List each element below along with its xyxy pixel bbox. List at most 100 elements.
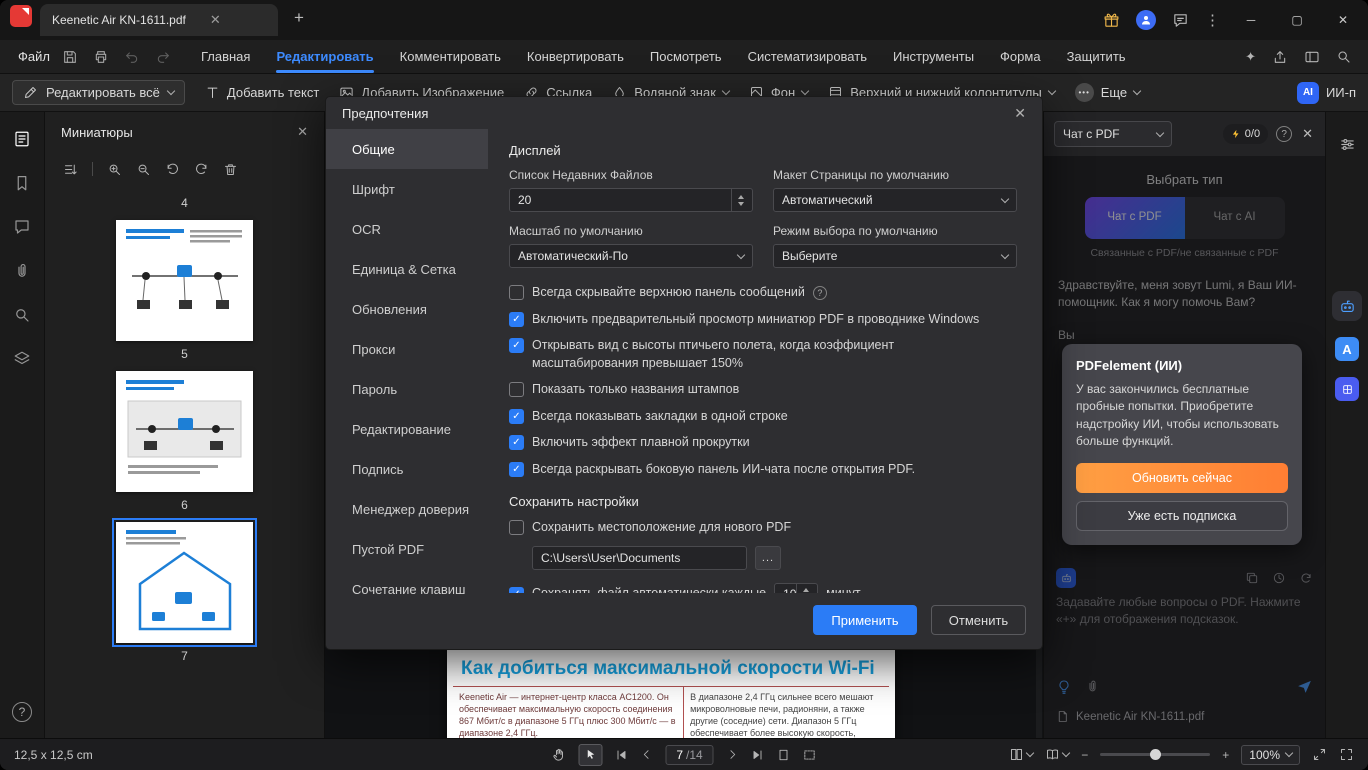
checkbox-checked[interactable]: ✓ bbox=[509, 409, 524, 424]
maximize-button[interactable]: ▢ bbox=[1282, 0, 1312, 40]
checkbox-checked[interactable]: ✓ bbox=[509, 338, 524, 353]
page-thumbnail-5[interactable] bbox=[116, 220, 253, 341]
more-tools-button[interactable]: ••• Еще bbox=[1075, 83, 1140, 102]
spinner-control[interactable] bbox=[796, 584, 809, 594]
checkbox-unchecked[interactable] bbox=[509, 520, 524, 535]
checkbox-unchecked[interactable] bbox=[509, 382, 524, 397]
recent-files-input[interactable] bbox=[509, 188, 753, 212]
default-zoom-select[interactable]: Автоматический-По bbox=[509, 244, 753, 268]
delete-page-icon[interactable] bbox=[223, 162, 238, 177]
single-page-view-icon[interactable] bbox=[777, 748, 791, 762]
nav-general[interactable]: Общие bbox=[326, 129, 488, 169]
search-panel-icon[interactable] bbox=[13, 306, 31, 324]
history-icon[interactable] bbox=[1272, 571, 1286, 585]
zoom-in-thumbnails-icon[interactable] bbox=[107, 162, 122, 177]
zoom-slider-thumb[interactable] bbox=[1150, 749, 1161, 760]
prompt-lightbulb-icon[interactable] bbox=[1056, 679, 1072, 695]
regenerate-icon[interactable] bbox=[1299, 571, 1313, 585]
nav-editing[interactable]: Редактирование bbox=[326, 409, 488, 449]
chat-with-ai-tab[interactable]: Чат с AI bbox=[1185, 197, 1285, 239]
marquee-zoom-icon[interactable] bbox=[803, 748, 817, 762]
add-text-button[interactable]: Добавить текст bbox=[205, 85, 319, 100]
ai-assistant-button[interactable]: AI ИИ-п bbox=[1297, 82, 1356, 104]
spin-up-icon[interactable] bbox=[738, 195, 744, 199]
apply-button[interactable]: Применить bbox=[813, 605, 917, 635]
nav-trust-manager[interactable]: Менеджер доверия bbox=[326, 489, 488, 529]
tab-home[interactable]: Главная bbox=[201, 49, 250, 64]
nav-shortcuts[interactable]: Сочетание клавиш bbox=[326, 569, 488, 609]
attached-file-chip[interactable]: Keenetic Air KN-1611.pdf bbox=[1056, 710, 1313, 723]
send-message-icon[interactable] bbox=[1296, 678, 1313, 695]
sort-pages-icon[interactable] bbox=[63, 162, 78, 177]
zoom-out-icon[interactable]: − bbox=[1081, 748, 1088, 762]
fullscreen-icon[interactable] bbox=[1339, 747, 1354, 762]
page-layout-select[interactable]: Автоматический bbox=[773, 188, 1017, 212]
tab-convert[interactable]: Конвертировать bbox=[527, 49, 624, 64]
spin-down-icon[interactable] bbox=[738, 202, 744, 206]
zoom-slider[interactable] bbox=[1100, 753, 1210, 756]
nav-font[interactable]: Шрифт bbox=[326, 169, 488, 209]
print-icon[interactable] bbox=[93, 49, 109, 65]
help-icon[interactable]: ? bbox=[12, 702, 32, 722]
chat-with-pdf-tab[interactable]: Чат с PDF bbox=[1085, 197, 1185, 239]
file-menu[interactable]: Файл bbox=[6, 49, 62, 64]
checkbox-checked[interactable]: ✓ bbox=[509, 435, 524, 450]
checkbox-unchecked[interactable] bbox=[509, 285, 524, 300]
rotate-left-icon[interactable] bbox=[165, 162, 180, 177]
ai-help-icon[interactable]: ? bbox=[1276, 126, 1292, 142]
spin-up-icon[interactable] bbox=[803, 588, 809, 592]
ai-robot-icon[interactable] bbox=[1332, 291, 1362, 321]
copy-icon[interactable] bbox=[1245, 571, 1259, 585]
save-path-input[interactable] bbox=[532, 546, 747, 570]
first-page-icon[interactable] bbox=[615, 748, 629, 762]
tab-close-icon[interactable]: ✕ bbox=[210, 12, 221, 28]
cancel-button[interactable]: Отменить bbox=[931, 605, 1026, 635]
new-tab-button[interactable]: + bbox=[286, 5, 312, 31]
thumbnails-panel-icon[interactable] bbox=[13, 130, 31, 148]
tab-edit[interactable]: Редактировать bbox=[276, 49, 373, 64]
panel-toggle-icon[interactable] bbox=[1304, 49, 1320, 65]
zoom-level-select[interactable]: 100% bbox=[1241, 745, 1300, 765]
tab-form[interactable]: Форма bbox=[1000, 49, 1041, 64]
nav-blank-pdf[interactable]: Пустой PDF bbox=[326, 529, 488, 569]
sparkle-icon[interactable]: ✦ bbox=[1245, 49, 1256, 65]
tab-view[interactable]: Посмотреть bbox=[650, 49, 722, 64]
save-path-value[interactable] bbox=[541, 551, 738, 565]
gift-promo-icon[interactable] bbox=[1103, 12, 1120, 29]
page-number-input[interactable]: 7 /14 bbox=[666, 745, 714, 765]
page-thumbnail-7-selected[interactable] bbox=[116, 522, 253, 643]
browse-button[interactable]: ... bbox=[755, 546, 781, 570]
bookmarks-panel-icon[interactable] bbox=[13, 174, 31, 192]
zoom-in-icon[interactable]: + bbox=[1222, 748, 1229, 762]
nav-ocr[interactable]: OCR bbox=[326, 209, 488, 249]
more-menu-icon[interactable]: ⋮ bbox=[1205, 11, 1220, 29]
rotate-right-icon[interactable] bbox=[194, 162, 209, 177]
hand-tool-icon[interactable] bbox=[552, 747, 567, 762]
tab-tools[interactable]: Инструменты bbox=[893, 49, 974, 64]
page-layout-icon[interactable] bbox=[1009, 747, 1033, 762]
autosave-interval-value[interactable] bbox=[783, 587, 796, 594]
save-icon[interactable] bbox=[62, 49, 78, 65]
share-icon[interactable] bbox=[1272, 49, 1288, 65]
spinner-control[interactable] bbox=[731, 189, 744, 211]
chat-mode-select[interactable]: Чат с PDF bbox=[1054, 121, 1172, 147]
nav-signature[interactable]: Подпись bbox=[326, 449, 488, 489]
attachments-panel-icon[interactable] bbox=[13, 262, 31, 280]
last-page-icon[interactable] bbox=[751, 748, 765, 762]
selection-mode-select[interactable]: Выберите bbox=[773, 244, 1017, 268]
tab-protect[interactable]: Защитить bbox=[1067, 49, 1126, 64]
previous-page-icon[interactable] bbox=[641, 748, 654, 761]
dialog-close-icon[interactable]: ✕ bbox=[1014, 105, 1026, 122]
feedback-chat-icon[interactable] bbox=[1172, 12, 1189, 29]
ai-panel-close-icon[interactable]: ✕ bbox=[1300, 126, 1315, 142]
checkbox-checked[interactable]: ✓ bbox=[509, 587, 524, 594]
autosave-interval-input[interactable] bbox=[774, 583, 818, 594]
nav-password[interactable]: Пароль bbox=[326, 369, 488, 409]
checkbox-checked[interactable]: ✓ bbox=[509, 312, 524, 327]
checkbox-checked[interactable]: ✓ bbox=[509, 462, 524, 477]
next-page-icon[interactable] bbox=[726, 748, 739, 761]
minimize-button[interactable]: ─ bbox=[1236, 0, 1266, 40]
pdf-page[interactable]: Как добиться максимальной скорости Wi-Fi… bbox=[447, 650, 895, 738]
comments-panel-icon[interactable] bbox=[13, 218, 31, 236]
translate-icon[interactable]: A bbox=[1335, 337, 1359, 361]
